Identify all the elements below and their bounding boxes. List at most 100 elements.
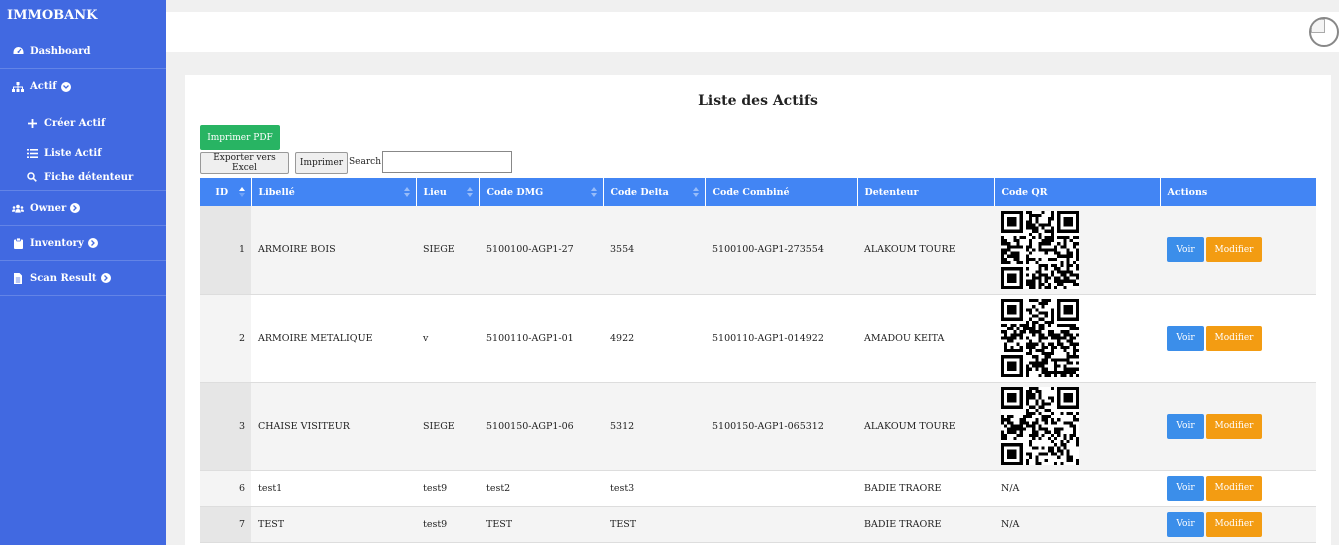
cell-code-qr: N/A (994, 506, 1160, 543)
cell-lieu: test9 (416, 470, 479, 507)
cell-libelle: TEST (251, 506, 416, 543)
chevron-right-icon (87, 238, 98, 248)
export-excel-button[interactable]: Exporter vers Excel (200, 152, 289, 174)
cell-code-qr (994, 382, 1160, 471)
sidebar-subitem-label: Créer Actif (44, 117, 106, 129)
cell-lieu: test9 (416, 506, 479, 543)
sidebar-subitem-liste-actif[interactable]: Liste Actif (0, 138, 166, 168)
sidebar-item-inventory[interactable]: Inventory (0, 226, 166, 261)
cell-lieu: SIEGE (416, 382, 479, 471)
brand-logo[interactable]: IMMOBANK (0, 0, 166, 34)
column-header-label: Code Delta (610, 186, 669, 198)
edit-button[interactable]: Modifier (1206, 475, 1262, 501)
column-header-code-delta[interactable]: Code Delta (603, 178, 706, 206)
cell-code-delta: 5312 (603, 382, 705, 471)
sidebar-subitem-creer-actif[interactable]: Créer Actif (0, 108, 166, 138)
sidebar-item-scan-result[interactable]: Scan Result (0, 261, 166, 296)
cell-lieu: SIEGE (416, 206, 479, 295)
cell-code-combine: 5100150-AGP1-065312 (705, 382, 857, 471)
file-icon (12, 272, 24, 284)
chevron-right-icon (100, 273, 111, 283)
cell-id: 6 (200, 470, 251, 507)
print-pdf-button[interactable]: Imprimer PDF (200, 125, 280, 150)
view-button[interactable]: Voir (1167, 413, 1204, 439)
chevron-right-icon (70, 203, 81, 213)
sidebar-subitem-fiche-detenteur[interactable]: Fiche détenteur (0, 168, 166, 190)
column-header-label: ID (215, 186, 229, 198)
sort-icon (403, 187, 410, 197)
sidebar-item-actif[interactable]: Actif (0, 69, 166, 104)
view-button[interactable]: Voir (1167, 237, 1204, 263)
cell-libelle: CHAISE VISITEUR (251, 382, 416, 471)
column-header-lieu[interactable]: Lieu (416, 178, 480, 206)
sidebar-item-dashboard[interactable]: Dashboard (0, 34, 166, 69)
cell-detenteur: BADIE TRAORE (857, 470, 994, 507)
sitemap-icon (12, 81, 24, 93)
sidebar-item-owner[interactable]: Owner (0, 191, 166, 226)
sort-icon (692, 187, 699, 197)
column-header-libelle[interactable]: Libellé (251, 178, 417, 206)
view-button[interactable]: Voir (1167, 511, 1204, 537)
sidebar-subitem-label: Liste Actif (44, 147, 102, 159)
qr-code-image (1001, 210, 1079, 289)
cell-code-combine: 5100110-AGP1-014922 (705, 294, 857, 383)
cell-libelle: test1 (251, 470, 416, 507)
cell-id: 1 (200, 206, 251, 295)
column-header-detenteur[interactable]: Detenteur (857, 178, 995, 206)
cell-actions: Voir Modifier (1160, 206, 1316, 295)
search-icon (26, 171, 38, 183)
view-button[interactable]: Voir (1167, 325, 1204, 351)
search-label: Search: (349, 157, 385, 167)
edit-button[interactable]: Modifier (1206, 325, 1262, 351)
cell-libelle: ARMOIRE BOIS (251, 206, 416, 295)
sidebar-subitem-label: Fiche détenteur (44, 171, 134, 183)
table-header-row: ID Libellé Lieu Code DMG Code Delta Code… (200, 178, 1316, 206)
table-row: 3 CHAISE VISITEUR SIEGE 5100150-AGP1-06 … (200, 382, 1316, 471)
column-header-id[interactable]: ID (200, 178, 252, 206)
column-header-label: Code DMG (486, 186, 544, 198)
actif-submenu: Créer Actif Liste Actif Fiche détenteur (0, 104, 166, 191)
cell-actions: Voir Modifier (1160, 294, 1316, 383)
table-row: 6 test1 test9 test2 test3 BADIE TRAORE N… (200, 470, 1316, 507)
column-header-label: Code QR (1001, 186, 1048, 198)
cell-code-delta: 3554 (603, 206, 705, 295)
column-header-actions: Actions (1160, 178, 1316, 206)
cell-libelle: ARMOIRE METALIQUE (251, 294, 416, 383)
edit-button[interactable]: Modifier (1206, 413, 1262, 439)
edit-button[interactable]: Modifier (1206, 511, 1262, 537)
table-row: 7 TEST test9 TEST TEST BADIE TRAORE N/A … (200, 506, 1316, 543)
qr-code-image (1001, 387, 1079, 465)
column-header-label: Detenteur (864, 186, 919, 198)
column-header-label: Libellé (258, 186, 295, 198)
search-input[interactable] (382, 151, 512, 173)
column-header-code-combine[interactable]: Code Combiné (705, 178, 858, 206)
sort-icon (238, 187, 245, 197)
table-row: 2 ARMOIRE METALIQUE v 5100110-AGP1-01 49… (200, 294, 1316, 383)
column-header-label: Lieu (423, 186, 447, 198)
cell-code-delta: test3 (603, 470, 705, 507)
cell-code-qr (994, 294, 1160, 383)
view-button[interactable]: Voir (1167, 475, 1204, 501)
cell-code-dmg: test2 (479, 470, 603, 507)
print-button[interactable]: Imprimer (295, 152, 348, 174)
cell-detenteur: AMADOU KEITA (857, 294, 994, 383)
cell-actions: Voir Modifier (1160, 506, 1316, 543)
column-header-code-dmg[interactable]: Code DMG (479, 178, 604, 206)
main-card: Liste des Actifs Imprimer PDF Exporter v… (185, 75, 1331, 545)
cell-actions: Voir Modifier (1160, 382, 1316, 471)
sidebar-item-label: Scan Result (30, 272, 97, 284)
sidebar-item-label: Inventory (30, 237, 84, 249)
cell-detenteur: BADIE TRAORE (857, 506, 994, 543)
cell-code-combine: 5100100-AGP1-273554 (705, 206, 857, 295)
column-header-code-qr[interactable]: Code QR (994, 178, 1161, 206)
users-icon (12, 202, 24, 214)
edit-button[interactable]: Modifier (1206, 237, 1262, 263)
cell-detenteur: ALAKOUM TOURE (857, 206, 994, 295)
cell-lieu: v (416, 294, 479, 383)
user-avatar[interactable] (1309, 17, 1339, 47)
cell-code-dmg: 5100110-AGP1-01 (479, 294, 603, 383)
qr-code-image (1001, 299, 1079, 377)
cell-code-qr: N/A (994, 470, 1160, 507)
cell-id: 2 (200, 294, 251, 383)
cell-code-qr (994, 206, 1160, 295)
